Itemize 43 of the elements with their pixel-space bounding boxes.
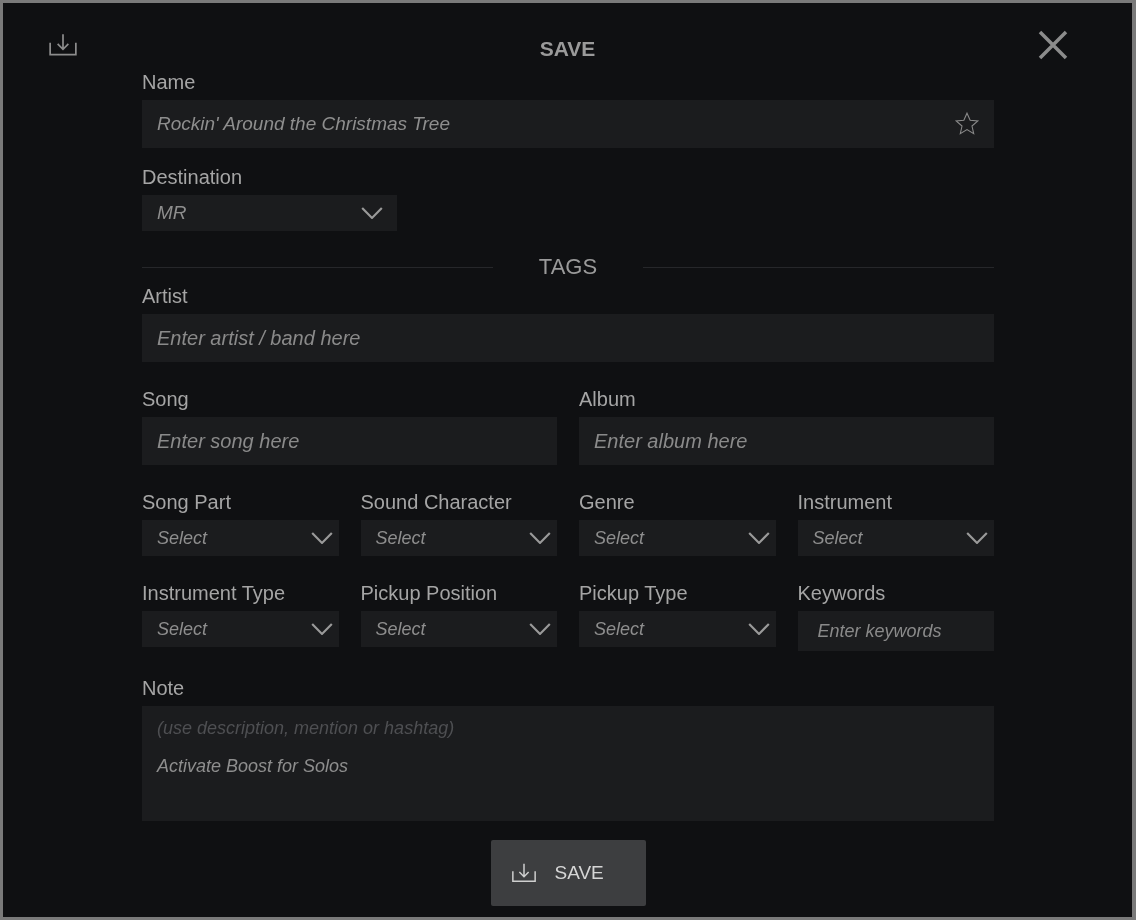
note-text: Activate Boost for Solos: [157, 756, 350, 777]
field-label: Album: [579, 388, 637, 411]
field-label: Pickup Position: [360, 582, 499, 605]
star-icon[interactable]: [954, 111, 980, 137]
download-icon: [510, 861, 537, 885]
dropdown[interactable]: Select: [360, 611, 557, 647]
dropdown[interactable]: Select: [579, 611, 776, 647]
field-label: Sound Character: [360, 491, 513, 514]
close-button[interactable]: [1036, 28, 1070, 62]
chevron-icon: [747, 532, 770, 544]
chevron-icon: [361, 207, 383, 219]
field-label: Artist: [142, 285, 189, 308]
dialog-title: SAVE: [539, 36, 596, 62]
dropdown[interactable]: MR: [142, 195, 397, 231]
name-field[interactable]: Rockin' Around the Christmas Tree: [142, 100, 994, 148]
chevron-icon: [747, 623, 770, 635]
chevron-icon: [966, 532, 988, 544]
close-icon: [1038, 30, 1068, 60]
input-field[interactable]: Enter album here: [579, 417, 994, 465]
dropdown[interactable]: Select: [142, 611, 339, 647]
section-heading: TAGS: [537, 254, 599, 280]
field-label: Note: [142, 677, 186, 700]
input-field[interactable]: Enter artist / band here: [142, 314, 994, 362]
chevron-icon: [310, 532, 333, 544]
dropdown[interactable]: Select: [360, 520, 557, 556]
field-label: Song Part: [142, 491, 232, 514]
field-label: Genre: [579, 491, 636, 514]
chevron-icon: [529, 532, 551, 544]
field-label: Destination: [142, 166, 244, 189]
field-label: Pickup Type: [579, 582, 689, 605]
save-button[interactable]: SAVE: [490, 840, 646, 906]
field-label: Keywords: [797, 582, 887, 605]
chevron-icon: [310, 623, 333, 635]
field-label: Instrument Type: [142, 582, 287, 605]
field-label: Instrument: [797, 491, 893, 514]
chevron-icon: [529, 623, 551, 635]
dropdown[interactable]: Select: [797, 520, 994, 556]
field-label: Name: [142, 71, 197, 94]
input-field[interactable]: Enter keywords: [797, 611, 994, 651]
dropdown[interactable]: Select: [142, 520, 339, 556]
input-field[interactable]: Enter song here: [142, 417, 557, 465]
field-label: Song: [142, 388, 190, 411]
dropdown[interactable]: Select: [579, 520, 776, 556]
